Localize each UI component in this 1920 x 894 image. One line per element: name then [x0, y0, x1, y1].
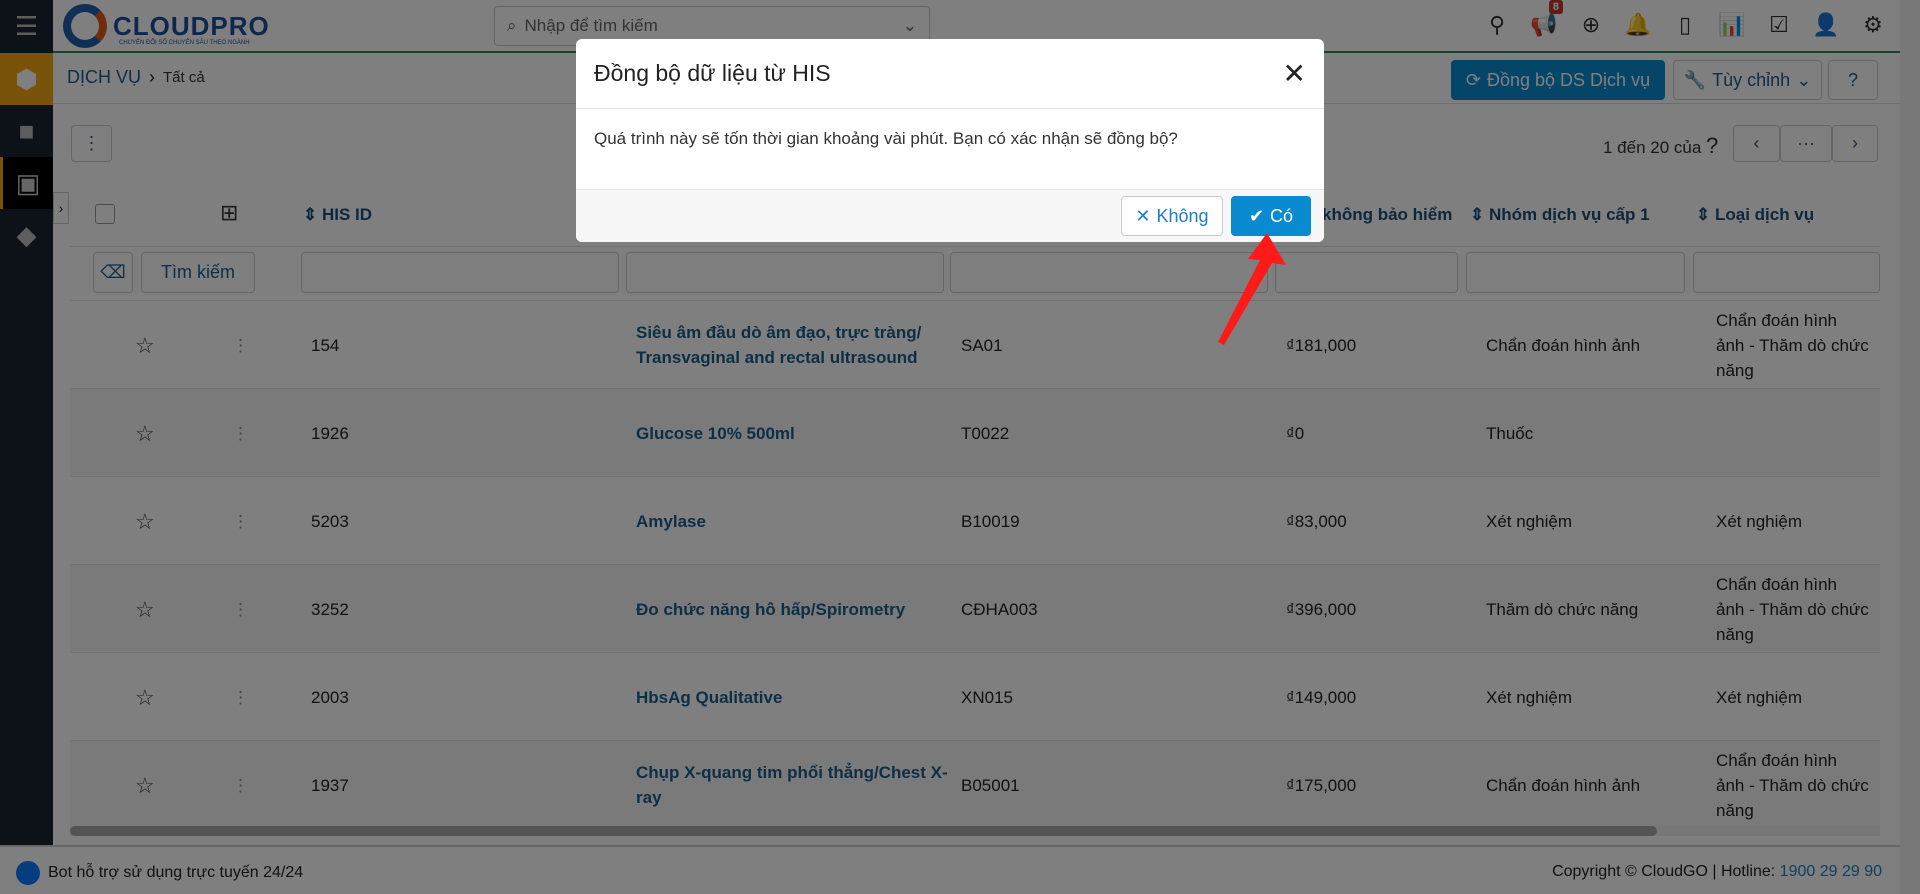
sync-confirm-dialog: Đồng bộ dữ liệu từ HIS ✕ Quá trình này s…: [576, 39, 1324, 242]
dialog-message: Quá trình này sẽ tốn thời gian khoảng và…: [594, 129, 1178, 148]
x-icon: ✕: [1135, 205, 1151, 226]
confirm-label: Có: [1270, 205, 1294, 226]
cancel-label: Không: [1156, 205, 1209, 226]
check-icon: ✔: [1248, 205, 1265, 226]
dialog-title: Đồng bộ dữ liệu từ HIS: [594, 60, 831, 86]
red-arrow-annotation: [1218, 233, 1286, 345]
close-icon[interactable]: ✕: [1283, 57, 1306, 90]
